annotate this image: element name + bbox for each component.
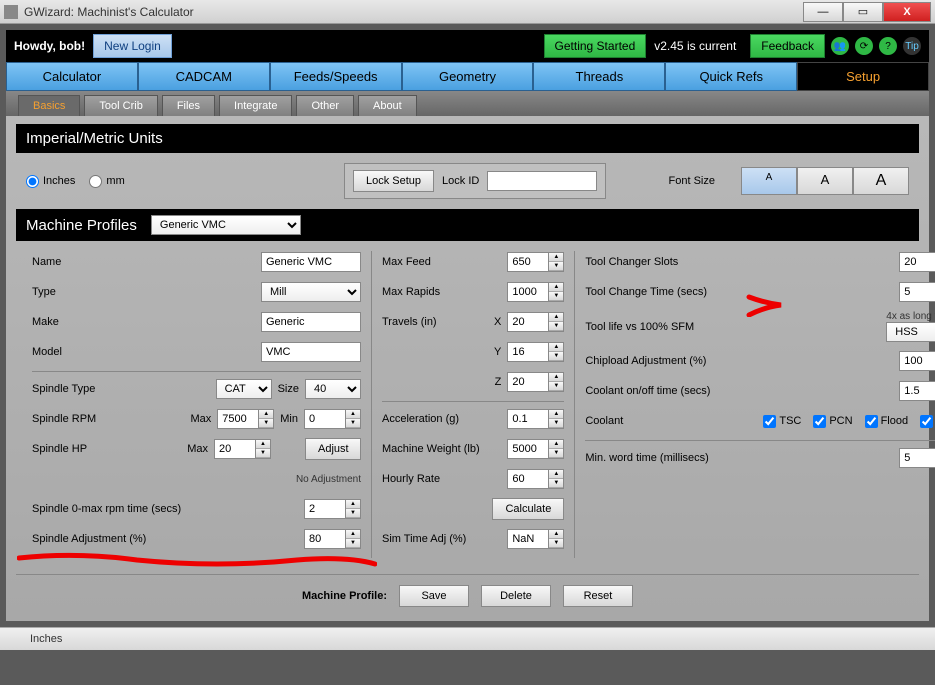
maximize-button[interactable]: ▭ — [843, 2, 883, 22]
minimize-button[interactable]: — — [803, 2, 843, 22]
getting-started-button[interactable]: Getting Started — [544, 34, 647, 58]
lock-setup-group: Lock Setup Lock ID — [344, 163, 606, 199]
rpm-min-input[interactable] — [304, 409, 346, 429]
tool-slots-input[interactable] — [899, 252, 935, 272]
subtab-files[interactable]: Files — [162, 95, 215, 116]
new-login-button[interactable]: New Login — [93, 34, 172, 58]
units-header: Imperial/Metric Units — [16, 124, 919, 153]
spindle-adj-stepper[interactable]: ▲▼ — [346, 529, 361, 549]
tool-change-input[interactable] — [899, 282, 935, 302]
save-button[interactable]: Save — [399, 585, 469, 607]
top-bar: Howdy, bob! New Login Getting Started v2… — [6, 30, 929, 62]
weight-input[interactable] — [507, 439, 549, 459]
greeting: Howdy, bob! — [14, 39, 85, 53]
rpm-min-stepper[interactable]: ▲▼ — [346, 409, 361, 429]
name-input[interactable] — [261, 252, 361, 272]
travel-z-input[interactable] — [507, 372, 549, 392]
machine-profile-label: Machine Profile: — [302, 590, 387, 602]
community-icon[interactable]: 👥 — [831, 37, 849, 55]
font-medium-button[interactable]: A — [797, 167, 853, 195]
help-icon[interactable]: ? — [879, 37, 897, 55]
travel-x-input[interactable] — [507, 312, 549, 332]
simtime-input[interactable] — [507, 529, 549, 549]
sub-tabs: Basics Tool Crib Files Integrate Other A… — [6, 91, 929, 116]
tool-life-note: 4x as long for — [886, 311, 935, 322]
spindle-type-select[interactable]: CAT — [216, 379, 272, 399]
lock-setup-button[interactable]: Lock Setup — [353, 170, 434, 192]
pcn-checkbox[interactable]: PCN — [813, 415, 852, 428]
version-label: v2.45 is current — [654, 39, 736, 53]
tab-geometry[interactable]: Geometry — [402, 62, 534, 91]
app-icon — [4, 5, 18, 19]
spindle-size-select[interactable]: 40 — [305, 379, 361, 399]
annotation-underline — [17, 550, 377, 570]
profile-select[interactable]: Generic VMC — [151, 215, 301, 235]
status-text: Inches — [30, 633, 62, 645]
max-rapids-input[interactable] — [507, 282, 549, 302]
model-input[interactable] — [261, 342, 361, 362]
window-title: GWizard: Machinist's Calculator — [24, 5, 803, 19]
subtab-tool-crib[interactable]: Tool Crib — [84, 95, 157, 116]
chipload-input[interactable] — [899, 351, 935, 371]
tool-life-select[interactable]: HSS — [886, 322, 935, 342]
font-large-button[interactable]: A — [853, 167, 909, 195]
radio-mm[interactable]: mm — [89, 175, 124, 188]
subtab-other[interactable]: Other — [296, 95, 354, 116]
make-input[interactable] — [261, 312, 361, 332]
font-size-segmented: A A A — [741, 167, 909, 195]
rpm-max-stepper[interactable]: ▲▼ — [259, 409, 274, 429]
rpm-max-input[interactable] — [217, 409, 259, 429]
accel-input[interactable] — [507, 409, 549, 429]
profile-actions: Machine Profile: Save Delete Reset — [16, 574, 919, 617]
hourly-input[interactable] — [507, 469, 549, 489]
profiles-header: Machine Profiles Generic VMC — [16, 209, 919, 241]
status-bar: Inches — [0, 627, 935, 650]
lock-id-input[interactable] — [487, 171, 597, 191]
hp-max-input[interactable] — [214, 439, 256, 459]
type-select[interactable]: Mill — [261, 282, 361, 302]
radio-inches[interactable]: Inches — [26, 175, 75, 188]
coolant-time-input[interactable] — [899, 381, 935, 401]
tab-setup[interactable]: Setup — [797, 62, 929, 91]
tab-threads[interactable]: Threads — [533, 62, 665, 91]
tip-icon[interactable]: Tip — [903, 37, 921, 55]
refresh-icon[interactable]: ⟳ — [855, 37, 873, 55]
travel-y-input[interactable] — [507, 342, 549, 362]
calculate-button[interactable]: Calculate — [492, 498, 564, 520]
subtab-integrate[interactable]: Integrate — [219, 95, 292, 116]
feedback-button[interactable]: Feedback — [750, 34, 825, 58]
delete-button[interactable]: Delete — [481, 585, 551, 607]
titlebar: GWizard: Machinist's Calculator — ▭ X — [0, 0, 935, 24]
min-word-input[interactable] — [899, 448, 935, 468]
no-adjust-label: No Adjustment — [296, 474, 361, 485]
max-feed-input[interactable] — [507, 252, 549, 272]
subtab-basics[interactable]: Basics — [18, 95, 80, 116]
tab-feeds-speeds[interactable]: Feeds/Speeds — [270, 62, 402, 91]
subtab-about[interactable]: About — [358, 95, 417, 116]
font-size-label: Font Size — [669, 175, 715, 187]
spindle-0max-input[interactable] — [304, 499, 346, 519]
reset-button[interactable]: Reset — [563, 585, 633, 607]
tab-cadcam[interactable]: CADCAM — [138, 62, 270, 91]
mist-checkbox[interactable]: Mist — [920, 415, 935, 428]
spindle-adj-input[interactable] — [304, 529, 346, 549]
adjust-button[interactable]: Adjust — [305, 438, 361, 460]
lock-id-label: Lock ID — [442, 175, 479, 187]
main-tabs: Calculator CADCAM Feeds/Speeds Geometry … — [6, 62, 929, 91]
tab-quick-refs[interactable]: Quick Refs — [665, 62, 797, 91]
flood-checkbox[interactable]: Flood — [865, 415, 909, 428]
spindle-0max-stepper[interactable]: ▲▼ — [346, 499, 361, 519]
close-button[interactable]: X — [883, 2, 931, 22]
hp-max-stepper[interactable]: ▲▼ — [256, 439, 271, 459]
tsc-checkbox[interactable]: TSC — [763, 415, 801, 428]
font-small-button[interactable]: A — [741, 167, 797, 195]
tab-calculator[interactable]: Calculator — [6, 62, 138, 91]
